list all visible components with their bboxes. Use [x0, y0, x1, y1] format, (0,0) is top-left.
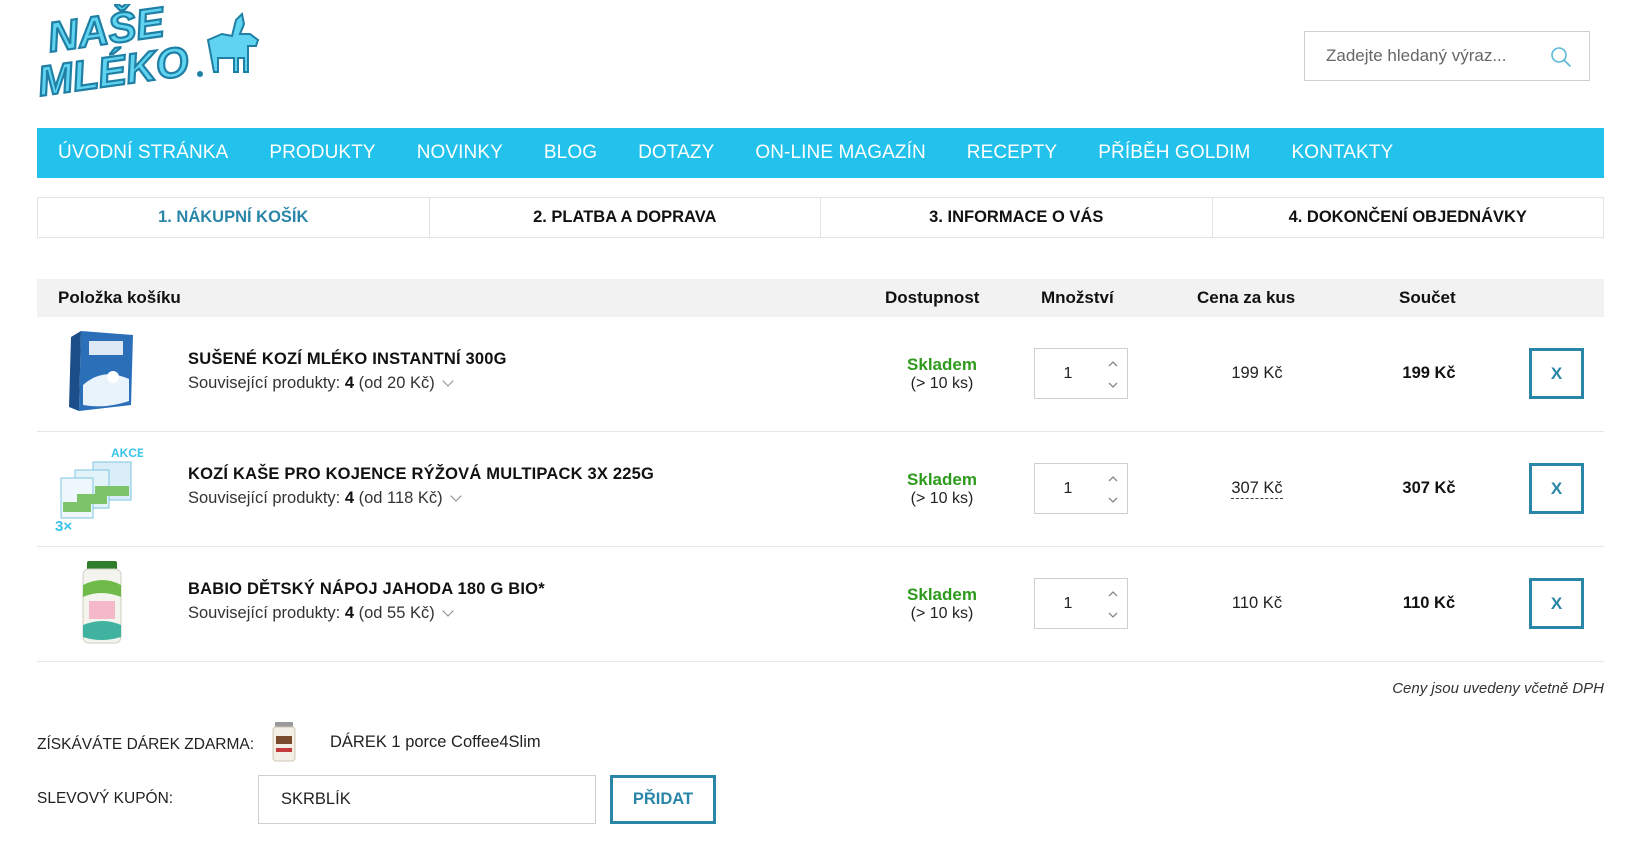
chevron-down-icon[interactable]	[450, 490, 462, 502]
related-products[interactable]: Související produkty: 4 (od 118 Kč)	[188, 489, 462, 508]
column-header-item: Položka košíku	[58, 288, 181, 307]
chevron-down-icon[interactable]	[442, 375, 454, 387]
unit-price: 199 Kč	[1231, 364, 1283, 382]
checkout-steps: 1. NÁKUPNÍ KOŠÍK 2. PLATBA A DOPRAVA 3. …	[37, 197, 1604, 238]
product-image[interactable]: AKCE 3×	[53, 440, 143, 536]
nav-item-questions[interactable]: DOTAZY	[638, 142, 714, 164]
main-nav: ÚVODNÍ STRÁNKA PRODUKTY NOVINKY BLOG DOT…	[37, 128, 1604, 178]
nav-item-recipes[interactable]: RECEPTY	[967, 142, 1057, 164]
cart-row: BABIO DĚTSKÝ NÁPOJ JAHODA 180 G BIO* Sou…	[37, 547, 1604, 662]
unit-price[interactable]: 307 Kč	[1202, 479, 1312, 499]
unit-price: 110 Kč	[1231, 594, 1283, 612]
stock-quantity-note: (> 10 ks)	[910, 490, 974, 507]
remove-item-button[interactable]: X	[1529, 578, 1584, 629]
quantity-stepper[interactable]	[1034, 578, 1128, 629]
cart-row: SUŠENÉ KOZÍ MLÉKO INSTANTNÍ 300G Souvise…	[37, 317, 1604, 432]
goat-icon	[206, 11, 260, 73]
stock-quantity-note: (> 10 ks)	[910, 605, 974, 622]
cart-row: AKCE 3× KOZÍ KAŠE PRO KOJENCE RÝŽOVÁ MUL…	[37, 432, 1604, 547]
availability: Skladem (> 10 ks)	[882, 585, 1002, 623]
nav-item-blog[interactable]: BLOG	[544, 142, 597, 164]
line-total: 307 Kč	[1402, 479, 1456, 497]
quantity-stepper[interactable]	[1034, 348, 1128, 399]
stock-status: Skladem	[907, 585, 977, 604]
nav-item-magazine[interactable]: ON-LINE MAGAZÍN	[755, 142, 925, 164]
chevron-down-icon[interactable]	[442, 605, 454, 617]
stock-status: Skladem	[907, 470, 977, 489]
cart-table-header: Položka košíku Dostupnost Množství Cena …	[37, 279, 1604, 317]
step-payment-shipping[interactable]: 2. PLATBA A DOPRAVA	[430, 198, 821, 237]
line-total: 110 Kč	[1402, 594, 1456, 612]
logo[interactable]: NAŠE MLÉKO	[36, 4, 268, 108]
column-header-quantity: Množství	[1041, 288, 1114, 307]
column-header-unit-price: Cena za kus	[1197, 288, 1296, 307]
column-header-availability: Dostupnost	[885, 288, 980, 307]
gift-name: DÁREK 1 porce Coffee4Slim	[330, 733, 541, 751]
quantity-input[interactable]	[1035, 579, 1101, 628]
product-image[interactable]	[53, 325, 143, 421]
product-badge: AKCE	[111, 446, 143, 460]
product-image[interactable]	[53, 555, 143, 651]
gift-product-image	[272, 722, 296, 762]
gift-label: ZÍSKÁVÁTE DÁREK ZDARMA:	[37, 736, 255, 753]
chevron-up-icon[interactable]	[1107, 472, 1119, 486]
chevron-up-icon[interactable]	[1107, 357, 1119, 371]
related-products[interactable]: Související produkty: 4 (od 20 Kč)	[188, 374, 454, 393]
availability: Skladem (> 10 ks)	[882, 355, 1002, 393]
product-name[interactable]: SUŠENÉ KOZÍ MLÉKO INSTANTNÍ 300G	[188, 350, 507, 369]
search-box[interactable]	[1304, 31, 1590, 81]
add-coupon-button[interactable]: PŘIDAT	[610, 775, 716, 824]
related-products[interactable]: Související produkty: 4 (od 55 Kč)	[188, 604, 454, 623]
coupon-input[interactable]	[258, 775, 596, 824]
column-header-total: Součet	[1399, 288, 1456, 307]
stock-quantity-note: (> 10 ks)	[910, 375, 974, 392]
product-name[interactable]: KOZÍ KAŠE PRO KOJENCE RÝŽOVÁ MULTIPACK 3…	[188, 465, 654, 484]
step-cart[interactable]: 1. NÁKUPNÍ KOŠÍK	[38, 198, 430, 237]
product-name[interactable]: BABIO DĚTSKÝ NÁPOJ JAHODA 180 G BIO*	[188, 580, 545, 599]
multipack-label: 3×	[55, 518, 72, 535]
search-icon[interactable]	[1549, 45, 1573, 69]
nav-item-news[interactable]: NOVINKY	[417, 142, 503, 164]
chevron-down-icon[interactable]	[1107, 608, 1119, 622]
remove-item-button[interactable]: X	[1529, 463, 1584, 514]
line-total: 199 Kč	[1402, 364, 1456, 382]
nav-item-home[interactable]: ÚVODNÍ STRÁNKA	[58, 142, 228, 164]
chevron-up-icon[interactable]	[1107, 587, 1119, 601]
search-input[interactable]	[1305, 32, 1545, 80]
coupon-label: SLEVOVÝ KUPÓN:	[37, 790, 174, 807]
vat-note: Ceny jsou uvedeny včetně DPH	[1392, 680, 1604, 697]
stock-status: Skladem	[907, 355, 977, 374]
quantity-input[interactable]	[1035, 349, 1101, 398]
chevron-down-icon[interactable]	[1107, 493, 1119, 507]
chevron-down-icon[interactable]	[1107, 378, 1119, 392]
nav-item-products[interactable]: PRODUKTY	[269, 142, 375, 164]
nav-item-story[interactable]: PŘÍBĚH GOLDIM	[1098, 142, 1250, 164]
step-order-finish[interactable]: 4. DOKONČENÍ OBJEDNÁVKY	[1213, 198, 1604, 237]
availability: Skladem (> 10 ks)	[882, 470, 1002, 508]
quantity-stepper[interactable]	[1034, 463, 1128, 514]
step-customer-info[interactable]: 3. INFORMACE O VÁS	[821, 198, 1213, 237]
remove-item-button[interactable]: X	[1529, 348, 1584, 399]
nav-item-contacts[interactable]: KONTAKTY	[1292, 142, 1394, 164]
quantity-input[interactable]	[1035, 464, 1101, 513]
